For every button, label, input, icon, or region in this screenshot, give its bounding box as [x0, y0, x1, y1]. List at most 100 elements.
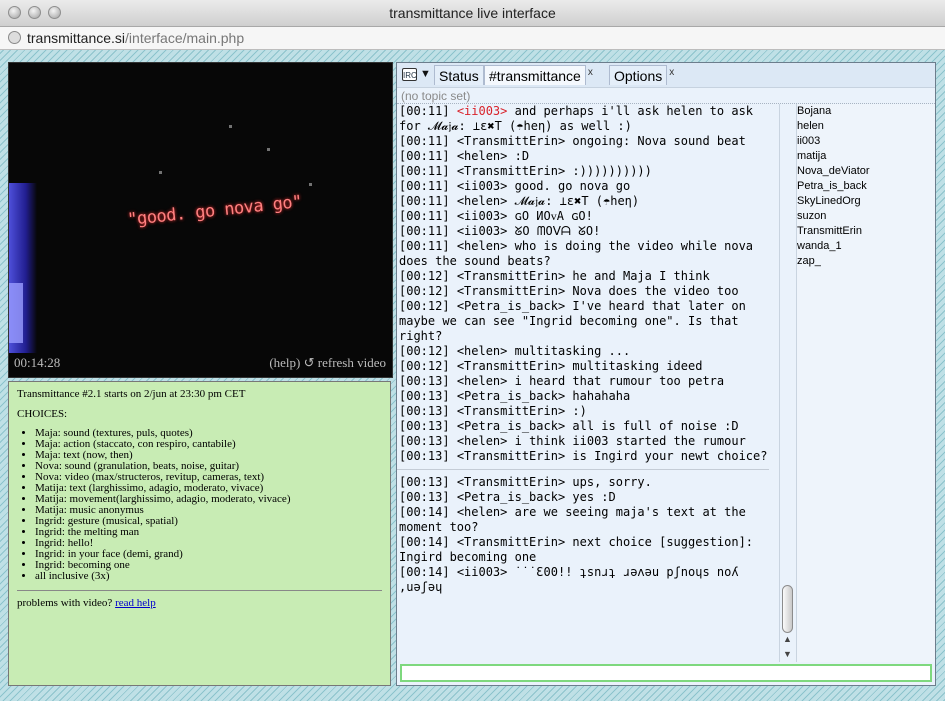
user-list-item[interactable]: zap_	[797, 254, 935, 269]
chat-log[interactable]: [00:11] <ii003> and perhaps i'll ask hel…	[397, 104, 777, 662]
close-tab-icon[interactable]: x	[669, 63, 674, 83]
message-nick[interactable]: <helen>	[457, 149, 508, 163]
message-nick[interactable]: <helen>	[457, 434, 508, 448]
chat-message: [00:11] <ii003> and perhaps i'll ask hel…	[397, 104, 777, 134]
message-nick[interactable]: <helen>	[457, 505, 508, 519]
message-nick[interactable]: <TransmittErin>	[457, 359, 565, 373]
message-nick[interactable]: <helen>	[457, 374, 508, 388]
message-text: is Ingird your newt choice?	[565, 449, 768, 463]
message-text: :))))))))))	[565, 164, 652, 178]
chat-message: [00:14] <helen> are we seeing maja's tex…	[397, 505, 777, 535]
message-time: [00:12]	[399, 284, 450, 298]
user-list-item[interactable]: Petra_is_back	[797, 179, 935, 194]
message-time: [00:14]	[399, 505, 450, 519]
message-nick[interactable]: <TransmittErin>	[457, 404, 565, 418]
message-time: [00:13]	[399, 475, 450, 489]
video-player[interactable]: "good. go nova go" 00:14:28 (help) ↺ ref…	[8, 62, 393, 378]
close-tab-icon[interactable]: x	[588, 63, 593, 83]
address-url[interactable]: transmittance.si/interface/main.php	[27, 30, 244, 46]
user-list-item[interactable]: TransmittErin	[797, 224, 935, 239]
scroll-down-arrow-icon[interactable]: ▼	[783, 649, 792, 659]
address-path: /interface/main.php	[125, 30, 245, 46]
user-list-item[interactable]: matija	[797, 149, 935, 164]
message-nick[interactable]: <TransmittErin>	[457, 475, 565, 489]
chat-message: [00:13] <helen> i think ii003 started th…	[397, 434, 777, 449]
message-nick[interactable]: <Petra_is_back>	[457, 299, 565, 313]
chat-tab-bar: IRC ▼ Status #transmittance x Options x	[397, 63, 935, 88]
video-overlay-text: "good. go nova go"	[126, 191, 303, 231]
message-nick[interactable]: <ii003>	[457, 224, 508, 238]
tab-transmittance[interactable]: #transmittance x	[484, 65, 593, 85]
tab-options[interactable]: Options x	[609, 65, 674, 85]
chat-message: [00:13] <TransmittErin> :)	[397, 404, 777, 419]
message-nick[interactable]: <TransmittErin>	[457, 134, 565, 148]
message-time: [00:11]	[399, 194, 450, 208]
message-nick[interactable]: <TransmittErin>	[457, 284, 565, 298]
message-nick[interactable]: <TransmittErin>	[457, 449, 565, 463]
message-nick[interactable]: <TransmittErin>	[457, 535, 565, 549]
message-nick[interactable]: <Petra_is_back>	[457, 389, 565, 403]
chat-message: [00:13] <helen> i heard that rumour too …	[397, 374, 777, 389]
chat-message: [00:11] <ii003> good. go nova go	[397, 179, 777, 194]
message-nick[interactable]: <helen>	[457, 344, 508, 358]
message-nick[interactable]: <helen>	[457, 194, 508, 208]
site-icon	[8, 31, 21, 44]
message-time: [00:12]	[399, 299, 450, 313]
tab-status[interactable]: Status	[434, 65, 484, 85]
user-list-item[interactable]: wanda_1	[797, 239, 935, 254]
address-bar[interactable]: transmittance.si/interface/main.php	[0, 27, 945, 50]
chat-message: [00:11] <helen> who is doing the video w…	[397, 239, 777, 269]
chat-message: [00:11] <TransmittErin> :))))))))))	[397, 164, 777, 179]
user-list-item[interactable]: Bojana	[797, 104, 935, 119]
message-text: ɢO ИOᴠA ɢO!	[507, 209, 593, 223]
video-speck	[229, 125, 232, 128]
user-list-item[interactable]: helen	[797, 119, 935, 134]
chat-message: [00:14] <ii003> ˙˙˙Ɛ00!! ʇsnɹʇ ɹǝʌǝu pʃn…	[397, 565, 777, 595]
irc-chat-panel: IRC ▼ Status #transmittance x Options x (n…	[396, 62, 936, 686]
message-time: [00:14]	[399, 565, 450, 579]
message-text: I've heard that later on maybe we can se…	[399, 299, 746, 343]
chat-input[interactable]	[400, 664, 932, 682]
message-text: he and Maja I think	[565, 269, 710, 283]
read-help-link[interactable]: read help	[115, 597, 156, 609]
chat-scrollbar[interactable]: ▲ ▼	[779, 104, 796, 662]
message-time: [00:11]	[399, 209, 450, 223]
chat-message: [00:13] <Petra_is_back> hahahaha	[397, 389, 777, 404]
dropdown-triangle-icon[interactable]: ▼	[420, 68, 431, 80]
message-nick[interactable]: <ii003>	[457, 209, 508, 223]
message-nick[interactable]: <ii003>	[457, 104, 508, 118]
message-time: [00:11]	[399, 149, 450, 163]
irc-menu-icon[interactable]: IRC	[402, 68, 417, 81]
chat-message: [00:11] <TransmittErin> ongoing: Nova so…	[397, 134, 777, 149]
scroll-up-arrow-icon[interactable]: ▲	[783, 634, 792, 644]
refresh-video-link[interactable]: ↺ refresh video	[304, 355, 386, 370]
video-problem-note: problems with video? read help	[17, 597, 382, 609]
message-nick[interactable]: <TransmittErin>	[457, 269, 565, 283]
message-text: yes :D	[565, 490, 616, 504]
message-nick[interactable]: <TransmittErin>	[457, 164, 565, 178]
video-help-link[interactable]: (help)	[269, 355, 300, 370]
chat-message: [00:11] <ii003> ᘜO ᗰOᐯᗩ ᘜO!	[397, 224, 777, 239]
message-time: [00:12]	[399, 344, 450, 358]
message-nick[interactable]: <ii003>	[457, 565, 508, 579]
message-nick[interactable]: <Petra_is_back>	[457, 419, 565, 433]
user-list-item[interactable]: suzon	[797, 209, 935, 224]
video-problem-text: problems with video?	[17, 597, 113, 609]
user-list-item[interactable]: ii003	[797, 134, 935, 149]
chat-message: [00:12] <TransmittErin> Nova does the vi…	[397, 284, 777, 299]
choices-heading: CHOICES:	[17, 408, 68, 420]
divider	[17, 590, 382, 591]
user-list-item[interactable]: SkyLinedOrg	[797, 194, 935, 209]
user-list-item[interactable]: Nova_deViator	[797, 164, 935, 179]
message-text: i think ii003 started the rumour	[507, 434, 746, 448]
message-text: all is full of noise :D	[565, 419, 739, 433]
message-nick[interactable]: <helen>	[457, 239, 508, 253]
scrollbar-thumb[interactable]	[782, 585, 793, 633]
message-time: [00:13]	[399, 389, 450, 403]
message-nick[interactable]: <ii003>	[457, 179, 508, 193]
user-list: Bojana helen ii003 matija Nova_deViator Petra…	[796, 104, 935, 662]
message-time: [00:11]	[399, 164, 450, 178]
window-titlebar: transmittance live interface	[0, 0, 945, 27]
message-nick[interactable]: <Petra_is_back>	[457, 490, 565, 504]
message-time: [00:11]	[399, 134, 450, 148]
